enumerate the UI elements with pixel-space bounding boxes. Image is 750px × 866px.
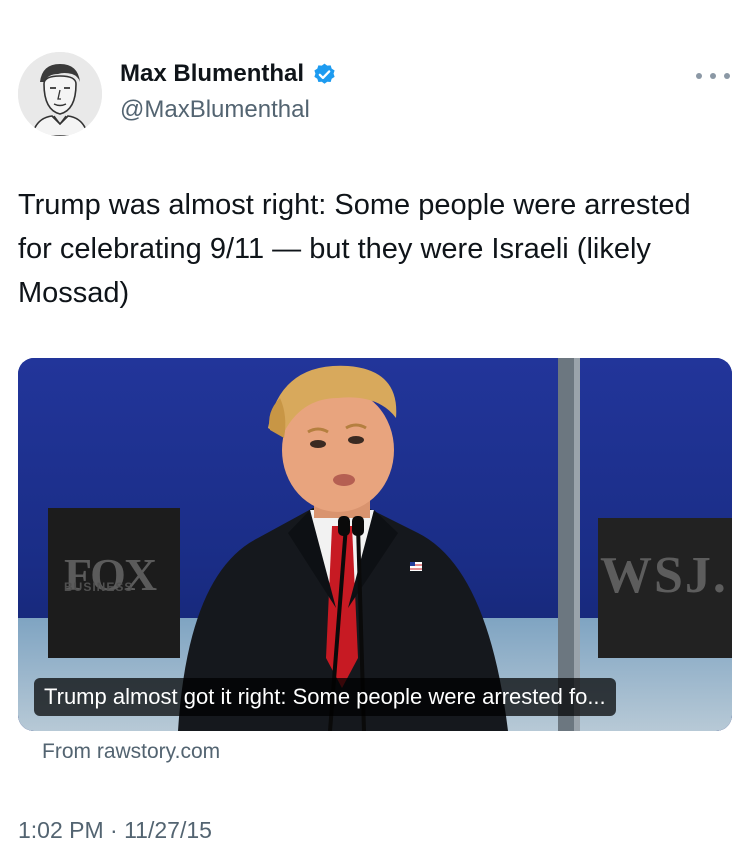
- avatar[interactable]: [18, 52, 102, 136]
- verified-badge-icon: [314, 63, 335, 84]
- link-card[interactable]: FOX BUSINESS WSJ. Trump almost got it ri…: [18, 358, 732, 731]
- tweet: Max Blumenthal @MaxBlumenthal Trump was …: [0, 0, 750, 866]
- more-horizontal-icon[interactable]: [696, 66, 730, 86]
- more-dot: [710, 73, 716, 79]
- more-dot: [696, 73, 702, 79]
- tweet-timestamp[interactable]: 1:02 PM · 11/27/15: [18, 817, 212, 844]
- fox-sign-sub: BUSINESS: [64, 580, 134, 594]
- author-handle[interactable]: @MaxBlumenthal: [120, 96, 310, 124]
- tweet-text: Trump was almost right: Some people were…: [18, 189, 691, 309]
- author-display-name[interactable]: Max Blumenthal: [120, 60, 304, 88]
- card-photo: [18, 358, 732, 731]
- card-headline[interactable]: Trump almost got it right: Some people w…: [34, 678, 616, 716]
- wsj-sign: WSJ.: [600, 547, 728, 604]
- avatar-illustration: [18, 52, 102, 136]
- author-name-row[interactable]: Max Blumenthal: [120, 60, 337, 88]
- card-source[interactable]: From rawstory.com: [42, 740, 220, 764]
- more-dot: [724, 73, 730, 79]
